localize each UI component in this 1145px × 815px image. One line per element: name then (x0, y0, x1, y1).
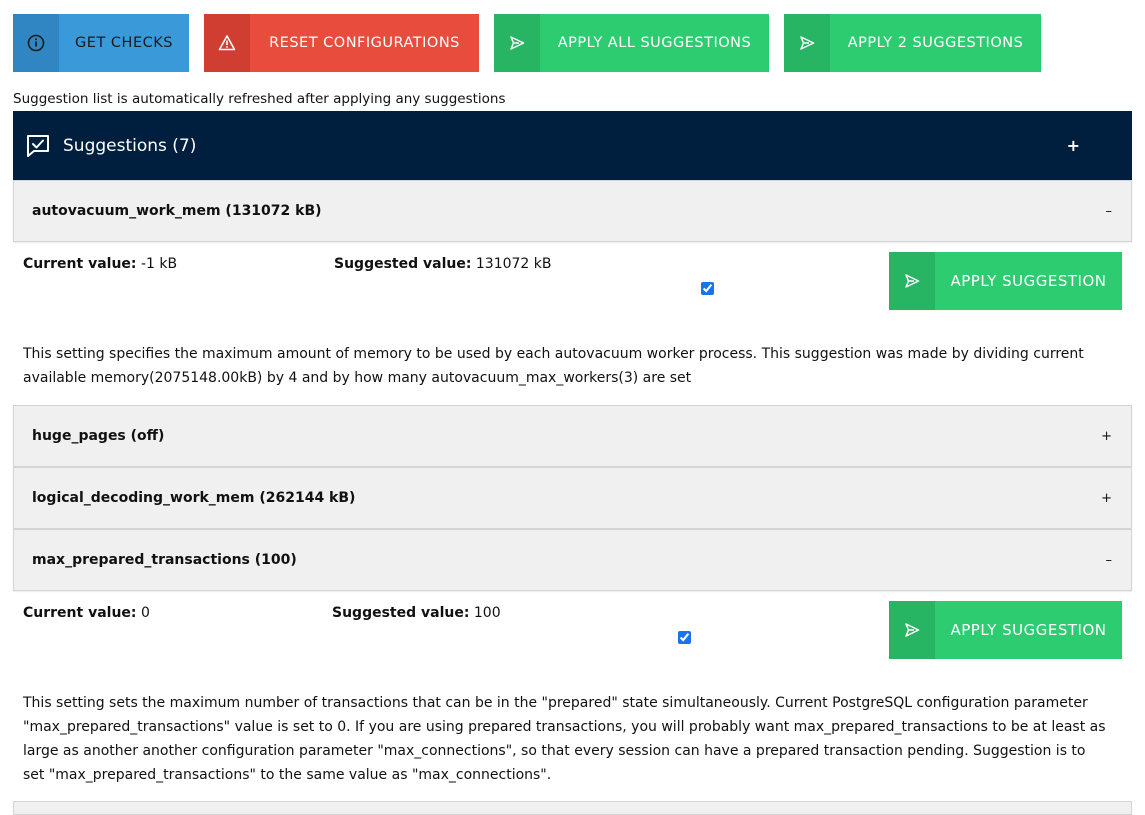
apply-all-suggestions-button[interactable]: APPLY ALL SUGGESTIONS (494, 14, 769, 72)
apply-suggestion-button[interactable]: APPLY SUGGESTION (889, 601, 1122, 659)
suggestion-title: max_prepared_transactions (100) (32, 552, 297, 568)
reset-configurations-label: RESET CONFIGURATIONS (269, 35, 460, 51)
panel-expand-toggle[interactable]: + (1067, 136, 1080, 155)
suggestion-header-max-prepared-transactions[interactable]: max_prepared_transactions (100) – (13, 529, 1132, 591)
suggestion-detail-max-prepared-transactions: Current value: 0 Suggested value: 100 AP… (13, 591, 1132, 801)
suggestion-description: This setting sets the maximum number of … (23, 695, 1106, 783)
suggestion-header-logical-decoding-work-mem[interactable]: logical_decoding_work_mem (262144 kB) + (13, 467, 1132, 529)
suggested-value: Suggested value: 131072 kB (334, 256, 552, 272)
select-suggestion-checkbox[interactable] (678, 631, 691, 644)
get-checks-label: GET CHECKS (75, 35, 173, 51)
expand-toggle[interactable]: + (1101, 429, 1112, 444)
apply-suggestion-button[interactable]: APPLY SUGGESTION (889, 252, 1122, 310)
info-icon (13, 14, 59, 72)
current-value: Current value: -1 kB (23, 256, 177, 272)
select-suggestion-checkbox[interactable] (701, 282, 714, 295)
expand-toggle[interactable]: + (1101, 491, 1112, 506)
next-suggestion-header-partial[interactable] (13, 801, 1132, 815)
suggestion-header-huge-pages[interactable]: huge_pages (off) + (13, 405, 1132, 467)
refresh-note: Suggestion list is automatically refresh… (13, 91, 506, 107)
suggested-value-text: 100 (473, 605, 501, 621)
apply-suggestion-label: APPLY SUGGESTION (950, 621, 1107, 639)
chat-check-icon (25, 133, 51, 159)
apply-suggestion-label: APPLY SUGGESTION (950, 272, 1107, 290)
collapse-toggle[interactable]: – (1106, 204, 1113, 219)
suggestion-title: autovacuum_work_mem (131072 kB) (32, 203, 322, 219)
apply-selected-suggestions-label: APPLY 2 SUGGESTIONS (847, 35, 1024, 51)
suggestion-title: huge_pages (off) (32, 428, 165, 444)
send-icon (494, 14, 540, 72)
suggested-value-label: Suggested value: (332, 605, 470, 621)
suggestion-description: This setting specifies the maximum amoun… (23, 346, 1084, 386)
suggested-value-label: Suggested value: (334, 256, 472, 272)
get-checks-button[interactable]: GET CHECKS (13, 14, 189, 72)
current-value-label: Current value: (23, 605, 137, 621)
current-value-text: -1 kB (140, 256, 178, 272)
suggested-value: Suggested value: 100 (332, 605, 501, 621)
send-icon (889, 601, 935, 659)
reset-configurations-button[interactable]: RESET CONFIGURATIONS (204, 14, 479, 72)
suggestion-title: logical_decoding_work_mem (262144 kB) (32, 490, 356, 506)
apply-all-suggestions-label: APPLY ALL SUGGESTIONS (557, 35, 752, 51)
current-value-text: 0 (140, 605, 150, 621)
suggestions-panel-header[interactable]: Suggestions (7) + (13, 111, 1132, 180)
send-icon (889, 252, 935, 310)
panel-title: Suggestions (7) (63, 135, 197, 156)
suggested-value-text: 131072 kB (475, 256, 552, 272)
suggestion-detail-autovacuum-work-mem: Current value: -1 kB Suggested value: 13… (13, 242, 1132, 405)
current-value-label: Current value: (23, 256, 137, 272)
apply-selected-suggestions-button[interactable]: APPLY 2 SUGGESTIONS (784, 14, 1041, 72)
warning-icon (204, 14, 250, 72)
current-value: Current value: 0 (23, 605, 150, 621)
suggestion-header-autovacuum-work-mem[interactable]: autovacuum_work_mem (131072 kB) – (13, 180, 1132, 242)
send-icon (784, 14, 830, 72)
collapse-toggle[interactable]: – (1106, 553, 1113, 568)
